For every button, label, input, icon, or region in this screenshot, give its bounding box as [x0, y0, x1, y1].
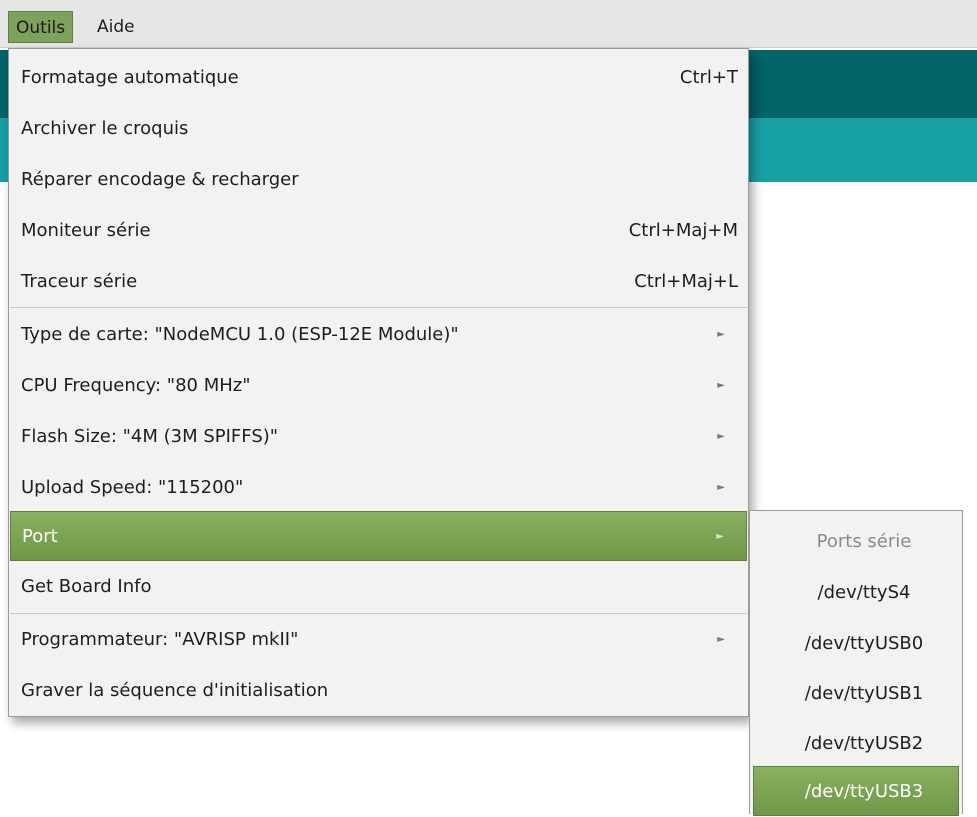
port-item-label: /dev/ttyUSB0: [804, 633, 924, 654]
menu-bar: Outils Aide: [0, 0, 977, 48]
port-submenu: Ports série /dev/ttyS4 /dev/ttyUSB0 /dev…: [749, 510, 963, 816]
menu-item-type-de-carte[interactable]: Type de carte: "NodeMCU 1.0 (ESP-12E Mod…: [10, 310, 747, 360]
submenu-arrow-icon: ►: [717, 380, 725, 391]
submenu-arrow-icon: ►: [717, 329, 725, 340]
menu-item-label: Graver la séquence d'initialisation: [21, 680, 329, 701]
menu-aide[interactable]: Aide: [90, 11, 142, 43]
port-item-ttyUSB2[interactable]: /dev/ttyUSB2: [750, 719, 962, 769]
menu-separator: [10, 613, 747, 614]
submenu-arrow-icon: ►: [717, 431, 725, 442]
menu-item-label: Upload Speed: "115200": [21, 477, 244, 498]
menu-item-label: Moniteur série: [21, 220, 151, 241]
menu-item-reparer-encodage[interactable]: Réparer encodage & recharger: [10, 155, 747, 205]
port-item-label: /dev/ttyUSB2: [804, 733, 924, 754]
port-item-label: /dev/ttyS4: [817, 582, 911, 603]
menu-item-label: Flash Size: "4M (3M SPIFFS)": [21, 426, 279, 447]
menu-item-label: Réparer encodage & recharger: [21, 169, 299, 190]
menu-item-label: Formatage automatique: [21, 67, 239, 88]
submenu-arrow-icon: ►: [717, 634, 725, 645]
menu-item-label: Programmateur: "AVRISP mkII": [21, 629, 299, 650]
outils-dropdown-menu: Formatage automatique Ctrl+T Archiver le…: [8, 48, 749, 717]
menu-item-shortcut: Ctrl+Maj+L: [634, 271, 738, 292]
menu-item-programmateur[interactable]: Programmateur: "AVRISP mkII" ►: [10, 615, 747, 665]
menu-item-shortcut: Ctrl+Maj+M: [628, 220, 738, 241]
port-item-ttyS4[interactable]: /dev/ttyS4: [750, 568, 962, 618]
menu-item-port[interactable]: Port ►: [10, 511, 747, 561]
menu-item-cpu-frequency[interactable]: CPU Frequency: "80 MHz" ►: [10, 361, 747, 411]
port-item-label: /dev/ttyUSB3: [804, 781, 924, 802]
menu-item-label: Type de carte: "NodeMCU 1.0 (ESP-12E Mod…: [21, 324, 459, 345]
menu-item-label: Archiver le croquis: [21, 118, 189, 139]
menu-item-flash-size[interactable]: Flash Size: "4M (3M SPIFFS)" ►: [10, 412, 747, 462]
menu-item-moniteur-serie[interactable]: Moniteur série Ctrl+Maj+M: [10, 206, 747, 256]
port-item-label: /dev/ttyUSB1: [804, 683, 924, 704]
menu-item-label: Port: [22, 526, 58, 547]
menu-item-label: Get Board Info: [21, 576, 152, 597]
menu-item-label: CPU Frequency: "80 MHz": [21, 375, 251, 396]
port-item-ttyUSB0[interactable]: /dev/ttyUSB0: [750, 619, 962, 669]
submenu-header: Ports série: [750, 517, 962, 567]
menu-item-get-board-info[interactable]: Get Board Info: [10, 562, 747, 612]
menu-item-archiver-croquis[interactable]: Archiver le croquis: [10, 104, 747, 154]
submenu-arrow-icon: ►: [717, 482, 725, 493]
port-item-ttyUSB3[interactable]: /dev/ttyUSB3: [753, 766, 959, 816]
menu-item-shortcut: Ctrl+T: [679, 67, 738, 88]
menu-item-label: Traceur série: [21, 271, 138, 292]
menu-item-formatage-automatique[interactable]: Formatage automatique Ctrl+T: [10, 53, 747, 103]
menu-item-traceur-serie[interactable]: Traceur série Ctrl+Maj+L: [10, 257, 747, 307]
menu-item-upload-speed[interactable]: Upload Speed: "115200" ►: [10, 463, 747, 513]
menu-item-graver-sequence[interactable]: Graver la séquence d'initialisation: [10, 666, 747, 716]
port-item-ttyUSB1[interactable]: /dev/ttyUSB1: [750, 669, 962, 719]
menu-separator: [10, 307, 747, 308]
menu-outils[interactable]: Outils: [8, 11, 74, 43]
submenu-arrow-icon: ►: [716, 531, 724, 542]
submenu-header-label: Ports série: [816, 531, 912, 552]
